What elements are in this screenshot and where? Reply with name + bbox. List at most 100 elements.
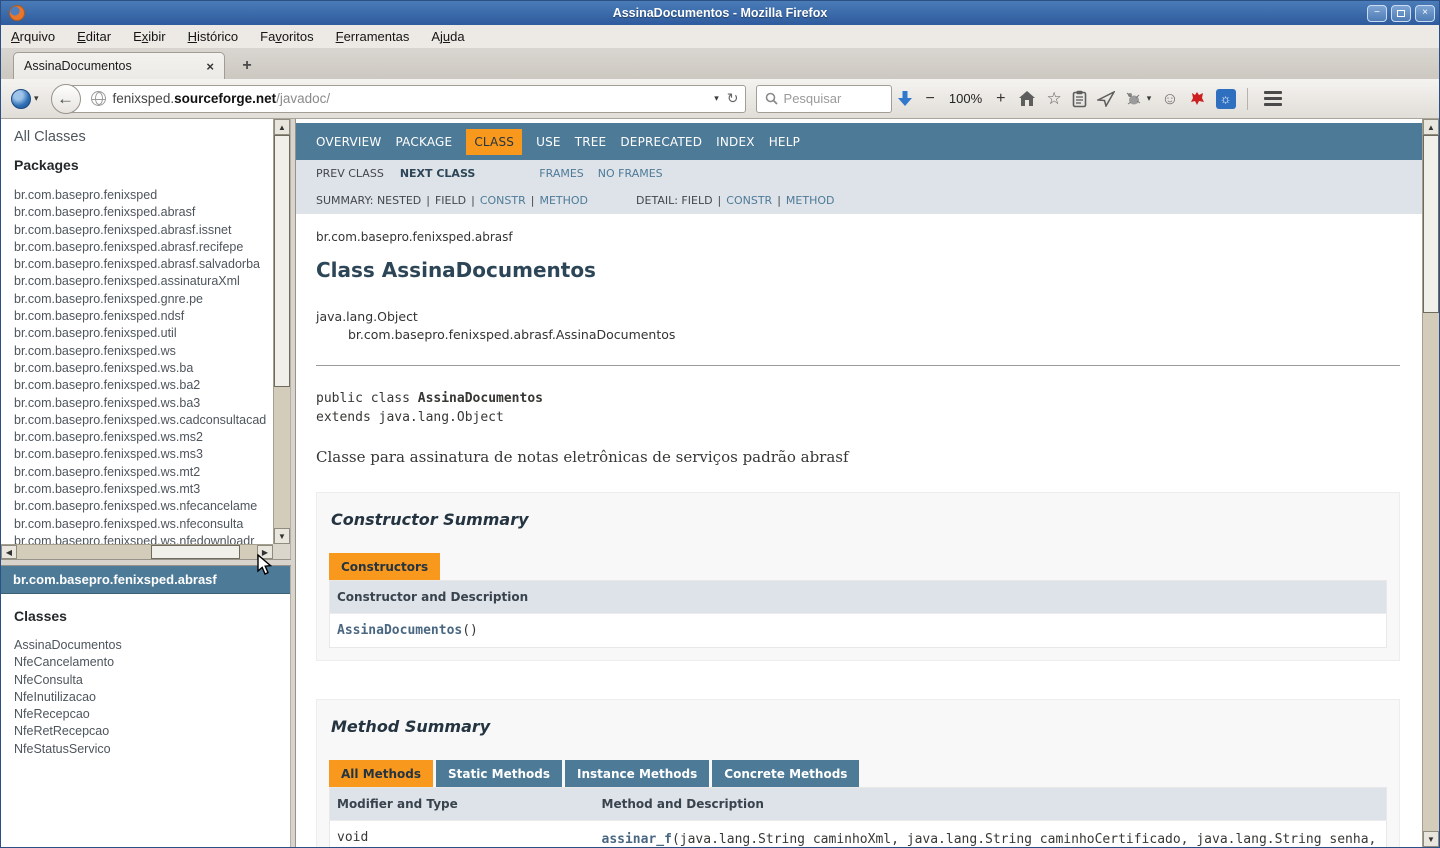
class-link[interactable]: NfeRetRecepcao (14, 723, 290, 740)
new-tab-button[interactable]: + (233, 55, 261, 77)
nav-tree[interactable]: TREE (575, 135, 607, 149)
home-button[interactable] (1018, 90, 1036, 107)
next-class-link[interactable]: NEXT CLASS (400, 167, 475, 180)
summary-method-link[interactable]: METHOD (539, 194, 588, 207)
scroll-track[interactable] (1423, 313, 1439, 831)
extension-devil-button[interactable] (1189, 90, 1206, 107)
scroll-down-button[interactable]: ▼ (1423, 831, 1439, 847)
packages-vertical-scrollbar[interactable]: ▲ ▼ (273, 119, 290, 544)
scroll-down-button[interactable]: ▼ (274, 528, 290, 544)
scroll-track[interactable] (274, 387, 290, 528)
class-link[interactable]: NfeStatusServico (14, 741, 290, 758)
scroll-up-button[interactable]: ▲ (1423, 119, 1439, 135)
menu-historico[interactable]: Histórico (188, 29, 239, 44)
scroll-thumb[interactable] (1423, 135, 1439, 313)
all-classes-link[interactable]: All Classes (14, 129, 273, 145)
package-link[interactable]: br.com.basepro.fenixsped.ws.nfedownloadr (14, 533, 273, 544)
package-link[interactable]: br.com.basepro.fenixsped.ws (14, 343, 273, 360)
class-link[interactable]: NfeConsulta (14, 672, 290, 689)
scroll-left-button[interactable]: ◀ (1, 545, 17, 559)
zoom-out-button[interactable]: − (926, 90, 935, 108)
detail-method-link[interactable]: METHOD (786, 194, 835, 207)
summary-constr-link[interactable]: CONSTR (480, 194, 526, 207)
search-input[interactable]: Pesquisar (756, 85, 892, 113)
scroll-up-button[interactable]: ▲ (274, 119, 290, 135)
url-bar[interactable]: fenixsped.sourceforge.net/javadoc/ ▾ ↻ (66, 85, 746, 113)
scroll-thumb[interactable] (151, 545, 240, 559)
package-link[interactable]: br.com.basepro.fenixsped.abrasf.issnet (14, 222, 273, 239)
scroll-thumb[interactable] (274, 135, 290, 387)
clipboard-button[interactable] (1072, 90, 1087, 108)
package-link[interactable]: br.com.basepro.fenixsped.util (14, 325, 273, 342)
package-link[interactable]: br.com.basepro.fenixsped.ws.ba2 (14, 377, 273, 394)
tab-static-methods[interactable]: Static Methods (436, 760, 562, 787)
package-link[interactable]: br.com.basepro.fenixsped.abrasf.salvador… (14, 256, 273, 273)
send-button[interactable] (1097, 91, 1115, 107)
frame-divider-horizontal[interactable] (1, 559, 291, 566)
no-frames-link[interactable]: NO FRAMES (598, 167, 663, 180)
reload-icon[interactable]: ↻ (727, 90, 739, 107)
package-link[interactable]: br.com.basepro.fenixsped.abrasf.recifepe (14, 239, 273, 256)
nav-package[interactable]: PACKAGE (396, 135, 453, 149)
extension-bug-button[interactable]: ▾ (1125, 91, 1152, 107)
package-link[interactable]: br.com.basepro.fenixsped.ws.cadconsultac… (14, 412, 273, 429)
extension-badge-button[interactable]: ☼ (1216, 89, 1236, 109)
package-link[interactable]: br.com.basepro.fenixsped.ws.nfecancelame (14, 498, 273, 515)
scroll-track[interactable] (17, 545, 257, 559)
bookmark-star-button[interactable]: ☆ (1046, 89, 1061, 109)
tab-active[interactable]: AssinaDocumentos × (13, 52, 225, 79)
package-link[interactable]: br.com.basepro.fenixsped.abrasf (14, 204, 273, 221)
nav-overview[interactable]: OVERVIEW (316, 135, 382, 149)
constructor-link[interactable]: AssinaDocumentos (337, 623, 462, 638)
package-link[interactable]: br.com.basepro.fenixsped.ws.ba (14, 360, 273, 377)
package-link[interactable]: br.com.basepro.fenixsped.ws.ms2 (14, 429, 273, 446)
package-link[interactable]: br.com.basepro.fenixsped.ws.nfeconsulta (14, 516, 273, 533)
menu-favoritos[interactable]: Favoritos (260, 29, 313, 44)
frames-link[interactable]: FRAMES (539, 167, 583, 180)
menu-ferramentas[interactable]: Ferramentas (336, 29, 410, 44)
class-link[interactable]: AssinaDocumentos (14, 637, 290, 654)
detail-constr-link[interactable]: CONSTR (726, 194, 772, 207)
class-link[interactable]: NfeCancelamento (14, 654, 290, 671)
class-link[interactable]: NfeInutilizacao (14, 689, 290, 706)
downloads-button[interactable] (897, 90, 913, 108)
package-link[interactable]: br.com.basepro.fenixsped.assinaturaXml (14, 273, 273, 290)
method-link[interactable]: assinar_f (602, 832, 672, 847)
package-link[interactable]: br.com.basepro.fenixsped (14, 187, 273, 204)
class-frame: OVERVIEW PACKAGE CLASS USE TREE DEPRECAT… (296, 119, 1439, 847)
nav-deprecated[interactable]: DEPRECATED (620, 135, 702, 149)
menu-editar[interactable]: Editar (77, 29, 111, 44)
menu-ajuda[interactable]: Ajuda (431, 29, 464, 44)
nav-use[interactable]: USE (536, 135, 561, 149)
menu-arquivo[interactable]: Arquivo (11, 29, 55, 44)
menu-hamburger-button[interactable] (1264, 91, 1282, 106)
package-link[interactable]: br.com.basepro.fenixsped.ws.ba3 (14, 395, 273, 412)
tab-concrete-methods[interactable]: Concrete Methods (712, 760, 859, 787)
zoom-level[interactable]: 100% (949, 91, 982, 106)
tab-close-icon[interactable]: × (206, 60, 214, 73)
browser-content: All Classes Packages br.com.basepro.feni… (1, 119, 1439, 847)
package-link[interactable]: br.com.basepro.fenixsped.ws.ms3 (14, 446, 273, 463)
package-link[interactable]: br.com.basepro.fenixsped.ws.mt2 (14, 464, 273, 481)
package-link[interactable]: br.com.basepro.fenixsped.gnre.pe (14, 291, 273, 308)
package-link[interactable]: br.com.basepro.fenixsped.ndsf (14, 308, 273, 325)
packages-horizontal-scrollbar[interactable]: ◀ ▶ (1, 544, 273, 559)
package-header[interactable]: br.com.basepro.fenixsped.abrasf (1, 566, 290, 594)
maximize-button[interactable] (1391, 5, 1411, 22)
nav-index[interactable]: INDEX (716, 135, 755, 149)
titlebar[interactable]: AssinaDocumentos - Mozilla Firefox − × (1, 1, 1439, 25)
menu-exibir[interactable]: Exibir (133, 29, 166, 44)
urlbar-dropdown-icon[interactable]: ▾ (714, 93, 719, 104)
close-button[interactable]: × (1415, 5, 1435, 22)
back-button[interactable]: ← (51, 84, 81, 114)
identity-button[interactable]: ▾ (7, 89, 43, 109)
main-vertical-scrollbar[interactable]: ▲ ▼ (1422, 119, 1439, 847)
nav-help[interactable]: HELP (769, 135, 800, 149)
feedback-smiley-button[interactable]: ☺ (1161, 89, 1178, 109)
table-row: void assinar_f(java.lang.String caminhoX… (330, 821, 1387, 848)
zoom-in-button[interactable]: + (996, 90, 1005, 108)
class-link[interactable]: NfeRecepcao (14, 706, 290, 723)
tab-instance-methods[interactable]: Instance Methods (565, 760, 709, 787)
minimize-button[interactable]: − (1367, 5, 1387, 22)
package-link[interactable]: br.com.basepro.fenixsped.ws.mt3 (14, 481, 273, 498)
